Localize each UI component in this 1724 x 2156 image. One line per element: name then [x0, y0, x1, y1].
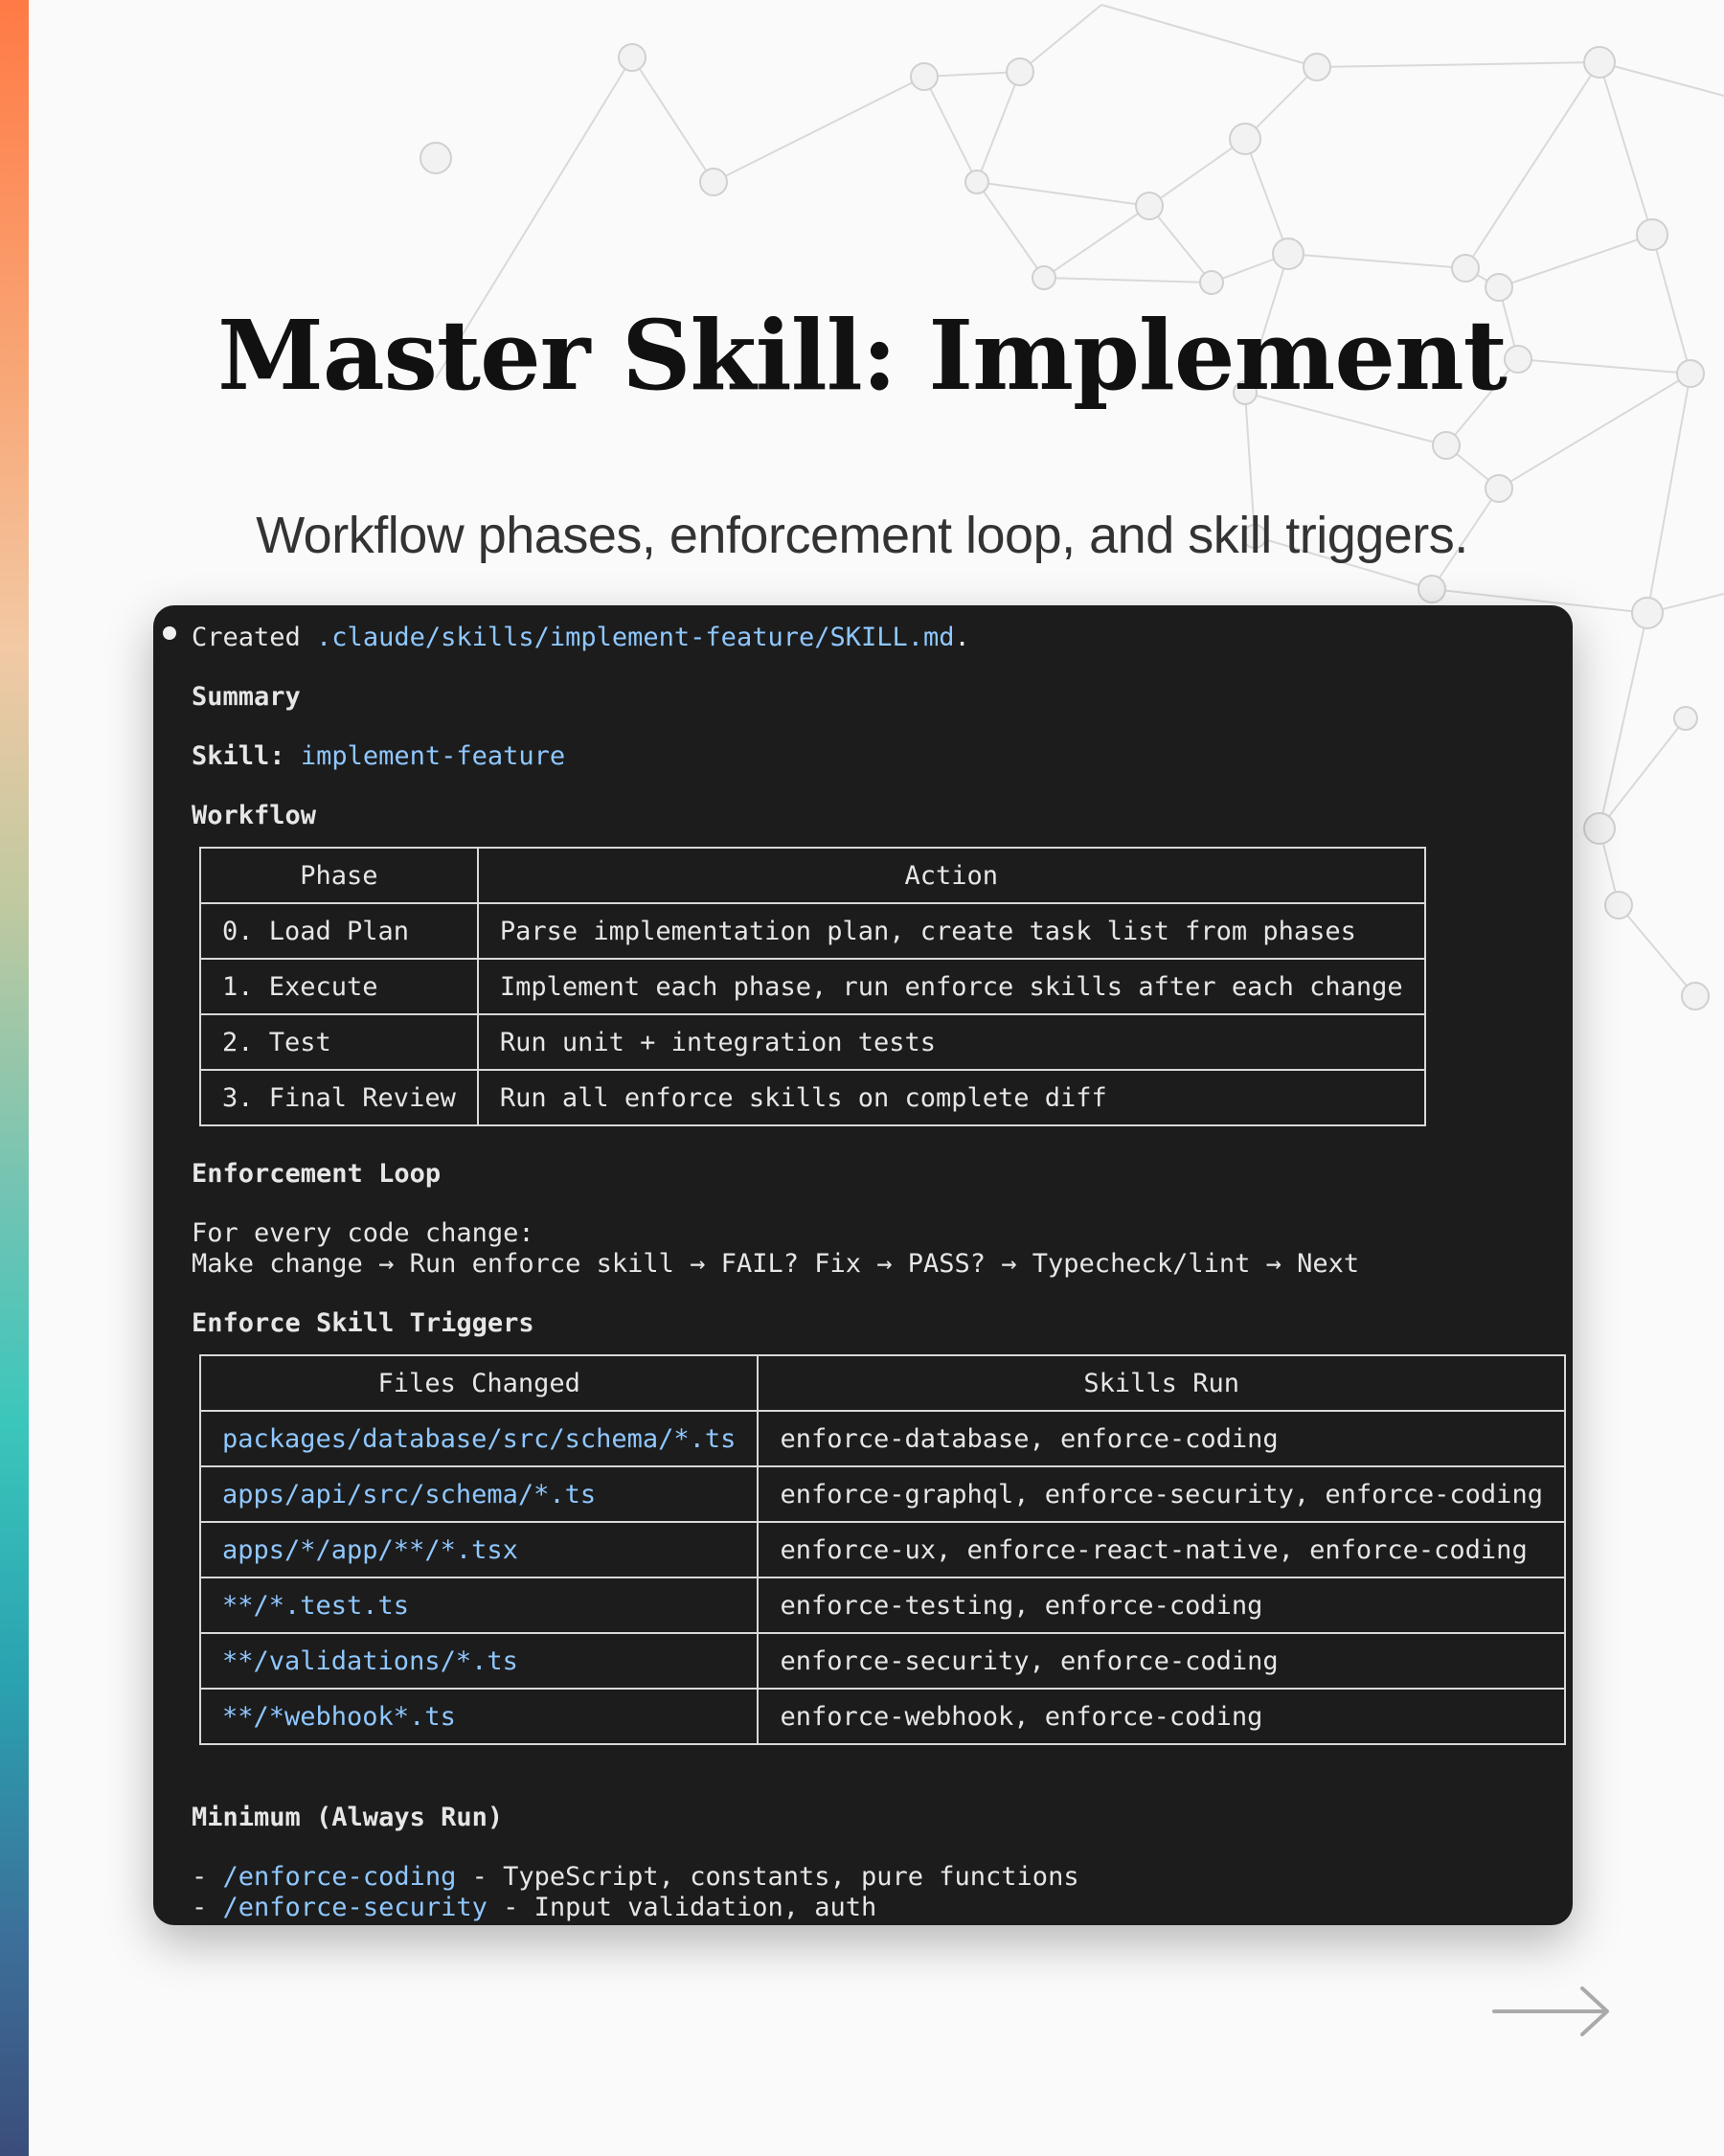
enforce-security-command[interactable]: /enforce-security: [223, 1893, 488, 1922]
skill-label: Skill:: [192, 741, 285, 771]
page-subtitle: Workflow phases, enforcement loop, and s…: [256, 507, 1468, 564]
workflow-table: Phase Action 0. Load Plan Parse implemen…: [199, 847, 1426, 1126]
skill-name: implement-feature: [300, 741, 566, 771]
table-cell: 2. Test: [199, 1013, 479, 1071]
enforce-coding-command[interactable]: /enforce-coding: [223, 1862, 457, 1892]
file-pattern-cell: **/*.test.ts: [198, 1577, 760, 1634]
skill-file-link[interactable]: .claude/skills/implement-feature/SKILL.m…: [316, 623, 954, 652]
created-prefix: Created: [192, 623, 317, 652]
skills-cell: enforce-graphql, enforce-security, enfor…: [757, 1465, 1566, 1523]
created-suffix: .: [954, 623, 970, 652]
table-cell: Run all enforce skills on complete diff: [476, 1069, 1426, 1126]
table-cell: Parse implementation plan, create task l…: [476, 902, 1426, 960]
skills-cell: enforce-security, enforce-coding: [757, 1632, 1566, 1690]
skills-cell: enforce-testing, enforce-coding: [757, 1577, 1566, 1634]
table-header-row: Files Changed Skills Run: [198, 1354, 1566, 1412]
table-row: packages/database/src/schema/*.ts enforc…: [198, 1410, 1566, 1467]
skills-cell: enforce-database, enforce-coding: [757, 1410, 1566, 1467]
summary-heading: Summary: [192, 682, 301, 712]
skills-cell: enforce-webhook, enforce-coding: [757, 1688, 1566, 1745]
table-cell: 1. Execute: [199, 958, 479, 1015]
table-header: Skills Run: [757, 1354, 1566, 1412]
file-pattern-cell: packages/database/src/schema/*.ts: [198, 1410, 760, 1467]
table-header: Phase: [199, 847, 479, 904]
minimum-heading: Minimum (Always Run): [192, 1803, 504, 1832]
enforcement-loop-heading: Enforcement Loop: [192, 1159, 442, 1189]
page-title: Master Skill: Implement: [217, 299, 1508, 412]
table-header: Action: [476, 847, 1426, 904]
file-pattern-cell: **/*webhook*.ts: [198, 1688, 760, 1745]
skill-line: Skill: implement-feature: [192, 741, 565, 772]
file-pattern-cell: **/validations/*.ts: [198, 1632, 760, 1690]
minimum-item-desc: - Input validation, auth: [487, 1893, 877, 1922]
table-row: 3. Final Review Run all enforce skills o…: [199, 1069, 1426, 1126]
enforcement-loop-flow: Make change → Run enforce skill → FAIL? …: [192, 1249, 1360, 1279]
enforcement-loop-line: For every code change:: [192, 1218, 534, 1248]
table-row: 1. Execute Implement each phase, run enf…: [199, 958, 1426, 1015]
terminal-window: Created .claude/skills/implement-feature…: [153, 605, 1573, 1925]
minimum-item: - /enforce-coding - TypeScript, constant…: [192, 1862, 1079, 1893]
file-pattern-cell: apps/*/app/**/*.tsx: [198, 1521, 760, 1578]
table-row: apps/api/src/schema/*.ts enforce-graphql…: [198, 1465, 1566, 1523]
minimum-item: - /enforce-security - Input validation, …: [192, 1893, 876, 1923]
table-row: 2. Test Run unit + integration tests: [199, 1013, 1426, 1071]
table-header-row: Phase Action: [199, 847, 1426, 904]
file-pattern-cell: apps/api/src/schema/*.ts: [198, 1465, 760, 1523]
bullet-icon: [163, 626, 176, 640]
list-dash: -: [192, 1862, 223, 1892]
triggers-table: Files Changed Skills Run packages/databa…: [198, 1354, 1566, 1745]
table-row: 0. Load Plan Parse implementation plan, …: [199, 902, 1426, 960]
skills-cell: enforce-ux, enforce-react-native, enforc…: [757, 1521, 1566, 1578]
triggers-heading: Enforce Skill Triggers: [192, 1308, 534, 1338]
table-row: **/validations/*.ts enforce-security, en…: [198, 1632, 1566, 1690]
table-cell: Implement each phase, run enforce skills…: [476, 958, 1426, 1015]
table-cell: 0. Load Plan: [199, 902, 479, 960]
list-dash: -: [192, 1893, 223, 1922]
workflow-heading: Workflow: [192, 801, 317, 830]
table-header: Files Changed: [198, 1354, 760, 1412]
table-row: **/*webhook*.ts enforce-webhook, enforce…: [198, 1688, 1566, 1745]
created-line: Created .claude/skills/implement-feature…: [192, 623, 970, 653]
arrow-right-icon[interactable]: [1490, 1983, 1615, 2040]
table-row: apps/*/app/**/*.tsx enforce-ux, enforce-…: [198, 1521, 1566, 1578]
minimum-item-desc: - TypeScript, constants, pure functions: [456, 1862, 1079, 1892]
table-row: **/*.test.ts enforce-testing, enforce-co…: [198, 1577, 1566, 1634]
table-cell: 3. Final Review: [199, 1069, 479, 1126]
table-cell: Run unit + integration tests: [476, 1013, 1426, 1071]
